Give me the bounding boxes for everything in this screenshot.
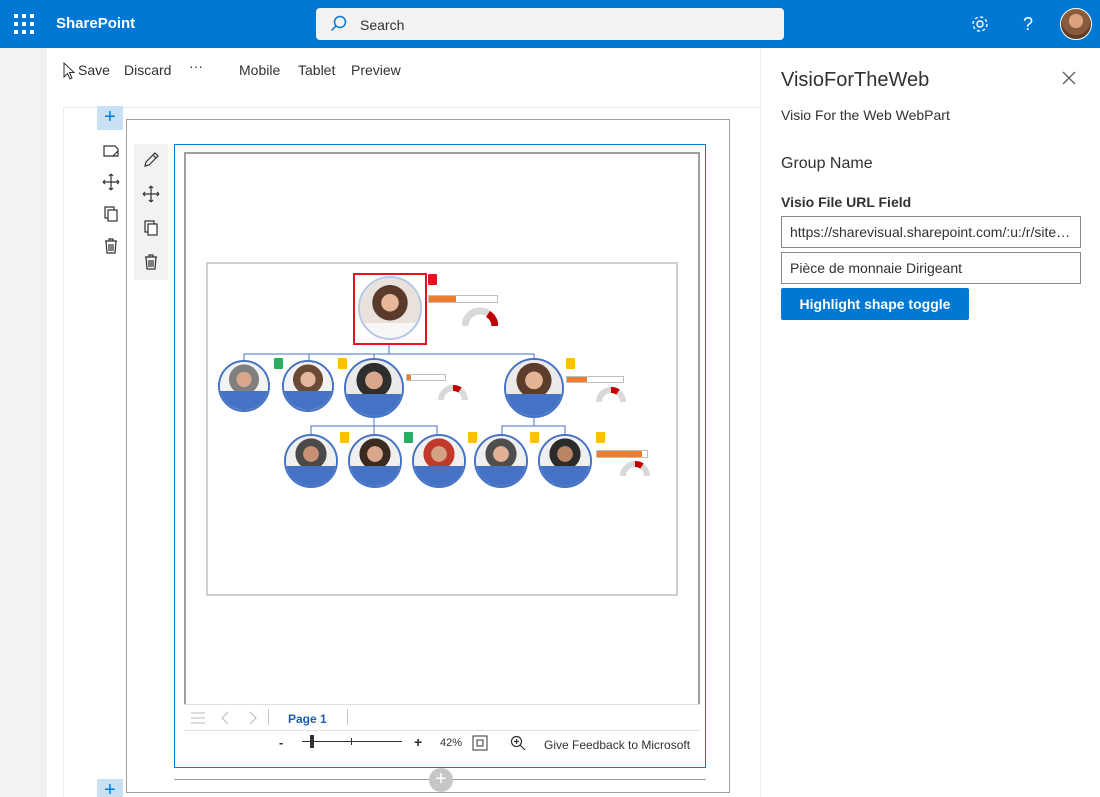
edit-section-icon[interactable]	[101, 141, 121, 161]
org-node-top[interactable]	[358, 276, 422, 340]
url-field-label: Visio File URL Field	[781, 194, 912, 210]
page-list-icon[interactable]	[190, 711, 206, 725]
canvas-top-border	[63, 107, 760, 108]
more-button[interactable]: ···	[189, 58, 203, 74]
zoom-tick	[351, 738, 352, 745]
webpart-toolbar	[134, 144, 168, 280]
preview-button[interactable]: Preview	[351, 62, 401, 78]
org-node[interactable]	[218, 360, 270, 412]
pane-description: Visio For the Web WebPart	[781, 107, 950, 123]
gauge	[620, 461, 650, 477]
page-navigation-bar: Page 1	[184, 704, 700, 730]
waffle-icon[interactable]	[14, 14, 34, 34]
cursor-icon	[63, 62, 75, 80]
command-bar: Save Discard ··· Mobile Tablet Preview	[47, 48, 760, 96]
zoom-search-icon[interactable]	[510, 735, 526, 751]
status-badge	[566, 358, 575, 369]
gauge-top	[462, 307, 498, 327]
org-node[interactable]	[344, 358, 404, 418]
zoom-bar: - + 42% Give Feedback to Microsoft	[184, 730, 700, 756]
status-badge	[596, 432, 605, 443]
left-gutter	[0, 48, 47, 797]
alert-badge	[428, 274, 437, 285]
delete-section-icon[interactable]	[101, 236, 121, 256]
pane-title: VisioForTheWeb	[781, 69, 930, 91]
move-section-icon[interactable]	[101, 172, 121, 192]
tablet-button[interactable]: Tablet	[298, 62, 335, 78]
zoom-in-button[interactable]: +	[414, 734, 422, 750]
close-icon[interactable]	[1061, 70, 1077, 86]
shape-name-input[interactable]: Pièce de monnaie Dirigeant	[781, 252, 1081, 284]
org-node[interactable]	[538, 434, 592, 488]
save-button[interactable]: Save	[78, 62, 110, 78]
progress-bar	[596, 450, 648, 458]
org-node[interactable]	[284, 434, 338, 488]
add-section-bottom-button[interactable]: +	[97, 779, 123, 797]
org-connectors	[243, 344, 566, 434]
gauge	[438, 385, 468, 401]
progress-bar	[406, 374, 446, 381]
zoom-level: 42%	[440, 737, 463, 749]
page-tab[interactable]: Page 1	[288, 712, 327, 726]
avatar[interactable]	[1060, 8, 1092, 40]
add-webpart-button[interactable]: +	[429, 768, 453, 792]
search-placeholder: Search	[360, 17, 405, 33]
check-badge	[404, 432, 413, 443]
url-field-input[interactable]: https://sharevisual.sharepoint.com/:u:/r…	[781, 216, 1081, 248]
duplicate-section-icon[interactable]	[101, 204, 121, 224]
gauge	[596, 387, 626, 403]
org-node[interactable]	[412, 434, 466, 488]
property-pane: VisioForTheWeb Visio For the Web WebPart…	[760, 48, 1100, 797]
progress-bar	[566, 376, 624, 383]
suite-header: SharePoint Search ?	[0, 0, 1100, 48]
divider	[347, 709, 348, 725]
status-badge	[338, 358, 347, 369]
canvas-left-border	[63, 107, 64, 797]
help-icon[interactable]: ?	[1016, 12, 1040, 36]
group-name-heading: Group Name	[781, 155, 873, 172]
org-node[interactable]	[348, 434, 402, 488]
discard-button[interactable]: Discard	[124, 62, 171, 78]
app-name[interactable]: SharePoint	[56, 15, 135, 32]
zoom-slider-thumb[interactable]	[310, 735, 314, 748]
check-badge	[274, 358, 283, 369]
add-section-button[interactable]: +	[97, 106, 123, 130]
org-node[interactable]	[282, 360, 334, 412]
edit-webpart-icon[interactable]	[141, 150, 161, 170]
chevron-right-icon[interactable]	[248, 711, 258, 725]
status-badge	[530, 432, 539, 443]
duplicate-webpart-icon[interactable]	[141, 218, 161, 238]
gear-icon[interactable]	[968, 12, 992, 36]
org-node[interactable]	[474, 434, 528, 488]
status-badge	[340, 432, 349, 443]
progress-bar-top	[428, 295, 498, 303]
fit-page-icon[interactable]	[472, 735, 488, 751]
zoom-out-button[interactable]: -	[279, 735, 283, 750]
move-webpart-icon[interactable]	[141, 184, 161, 204]
feedback-link[interactable]: Give Feedback to Microsoft	[544, 738, 690, 752]
chevron-left-icon[interactable]	[220, 711, 230, 725]
divider	[268, 709, 269, 725]
mobile-button[interactable]: Mobile	[239, 62, 280, 78]
org-node[interactable]	[504, 358, 564, 418]
search-icon	[330, 15, 347, 32]
zoom-slider[interactable]	[302, 741, 402, 742]
highlight-shape-toggle-button[interactable]: Highlight shape toggle	[781, 288, 969, 320]
visio-drawing-page[interactable]	[206, 262, 678, 596]
search-box[interactable]: Search	[316, 8, 784, 40]
delete-webpart-icon[interactable]	[141, 252, 161, 272]
